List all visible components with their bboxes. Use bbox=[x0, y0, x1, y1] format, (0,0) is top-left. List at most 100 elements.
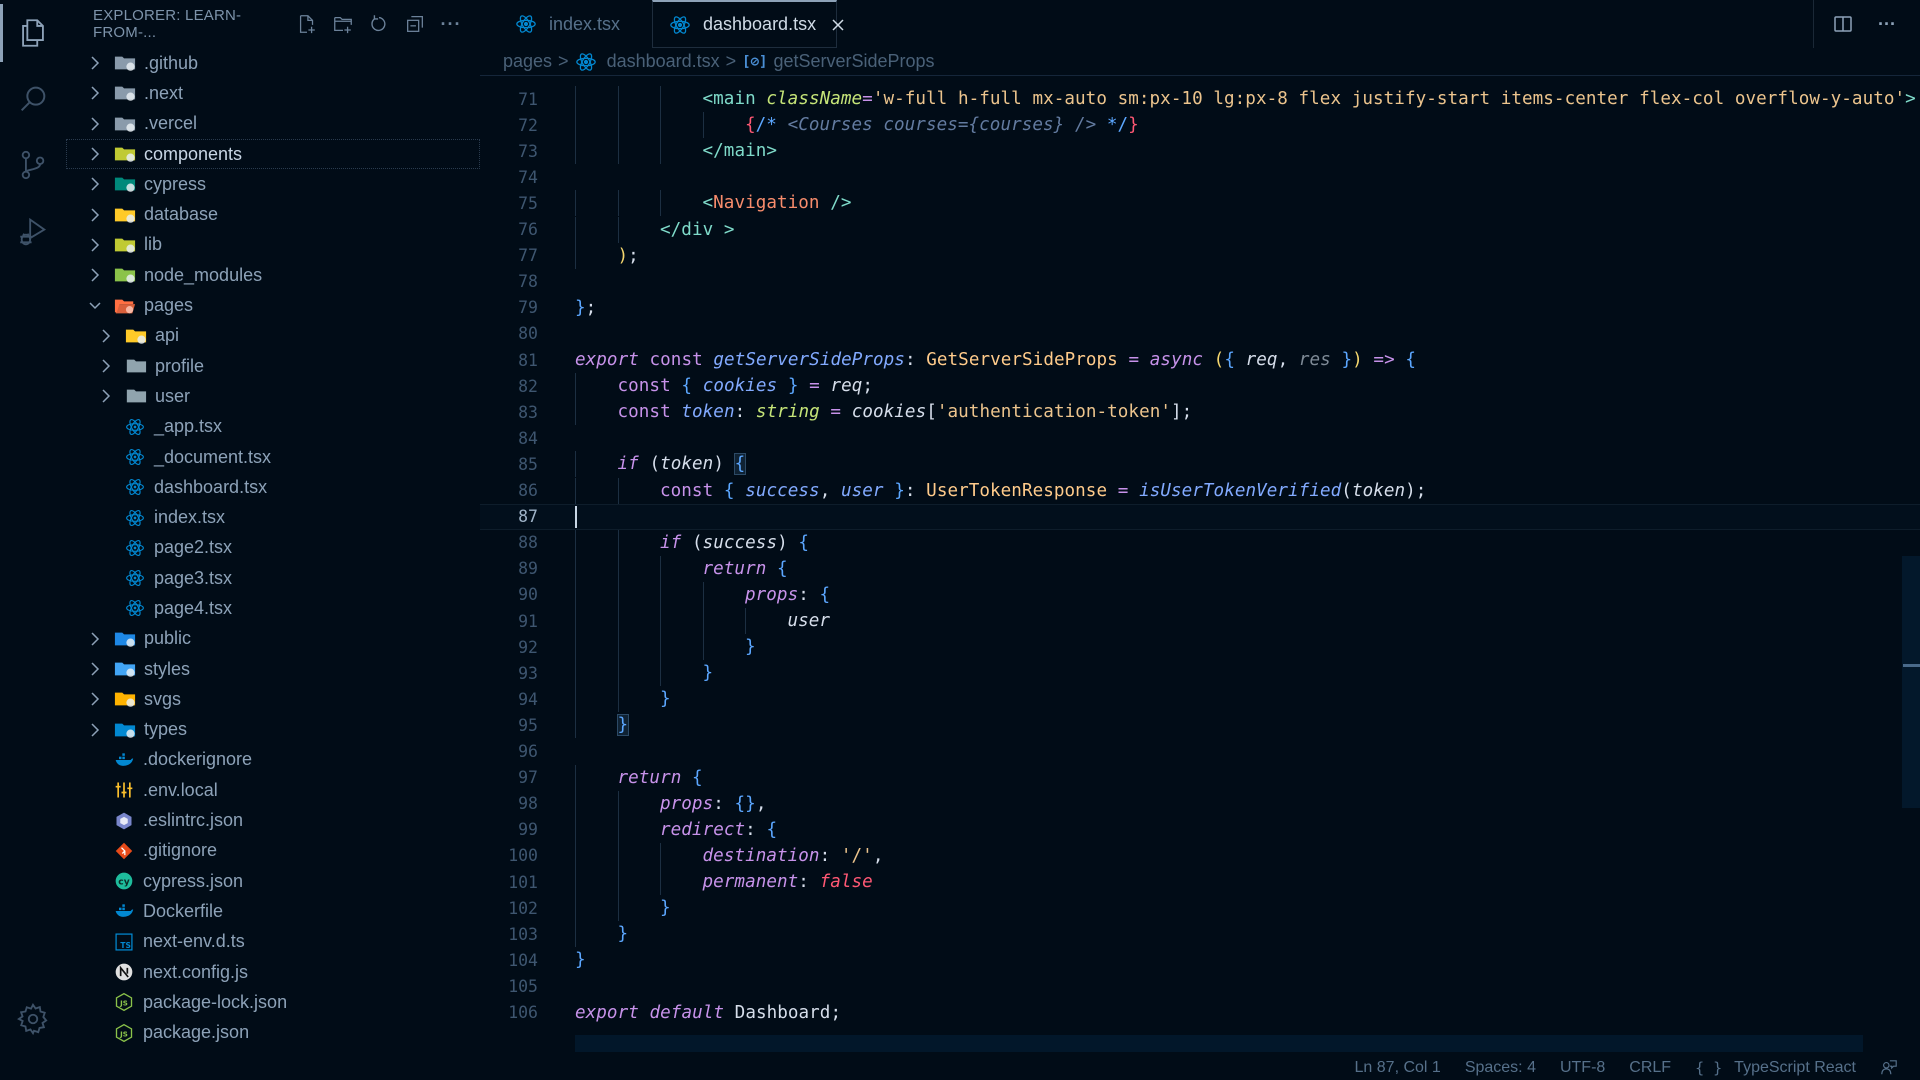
code-line[interactable]: 87 bbox=[480, 503, 1920, 530]
code-line[interactable]: 92} bbox=[480, 634, 1920, 660]
code-line[interactable]: 74 bbox=[480, 164, 1920, 190]
code-line[interactable]: 99 redirect: { bbox=[480, 817, 1920, 843]
breadcrumb-symbol[interactable]: [⊘] getServerSideProps bbox=[742, 51, 934, 72]
encoding[interactable]: UTF-8 bbox=[1560, 1059, 1605, 1077]
tree-file-page4-tsx[interactable]: page4.tsx bbox=[66, 593, 480, 623]
code-line[interactable]: 85 if (token) { bbox=[480, 451, 1920, 477]
tree-folder-github[interactable]: .github bbox=[66, 48, 480, 78]
tree-folder-node-modules[interactable]: node_modules bbox=[66, 260, 480, 290]
code-line[interactable]: 84 bbox=[480, 425, 1920, 451]
new-folder-button[interactable] bbox=[331, 12, 355, 36]
code-line[interactable]: 100 destination: '/', bbox=[480, 843, 1920, 869]
chevron-right-icon[interactable] bbox=[88, 146, 102, 162]
tree-file-next-config-js[interactable]: next.config.js bbox=[66, 957, 480, 987]
tree-file-gitignore[interactable]: .gitignore bbox=[66, 836, 480, 866]
code-line[interactable]: 71 <main className='w-full h-full mx-auto… bbox=[480, 86, 1920, 112]
line-ending[interactable]: CRLF bbox=[1629, 1059, 1671, 1077]
code-line[interactable]: 97 return { bbox=[480, 765, 1920, 791]
breadcrumb-pages[interactable]: pages bbox=[503, 51, 552, 72]
tree-file-page2-tsx[interactable]: page2.tsx bbox=[66, 533, 480, 563]
tree-file-dockerignore[interactable]: .dockerignore bbox=[66, 745, 480, 775]
tree-folder-cypress[interactable]: cypress bbox=[66, 169, 480, 199]
tree-folder-types[interactable]: types bbox=[66, 715, 480, 745]
code-line[interactable]: 78 bbox=[480, 269, 1920, 295]
tree-file-package-json[interactable]: JS package.json bbox=[66, 1018, 480, 1048]
tree-folder-user[interactable]: user bbox=[66, 381, 480, 411]
language-mode[interactable]: { } TypeScript React bbox=[1695, 1059, 1856, 1077]
indentation[interactable]: Spaces: 4 bbox=[1465, 1059, 1536, 1077]
tree-file-dockerfile[interactable]: Dockerfile bbox=[66, 896, 480, 926]
code-line[interactable]: 95} bbox=[480, 712, 1920, 738]
code-line[interactable]: 77); bbox=[480, 243, 1920, 269]
tab-dashboard-tsx[interactable]: dashboard.tsx bbox=[652, 0, 844, 48]
tree-folder-styles[interactable]: styles bbox=[66, 654, 480, 684]
code-line[interactable]: 96 bbox=[480, 739, 1920, 765]
refresh-button[interactable] bbox=[367, 12, 391, 36]
tree-folder-next[interactable]: .next bbox=[66, 78, 480, 108]
chevron-right-icon[interactable] bbox=[88, 661, 102, 677]
code-line[interactable]: 79}; bbox=[480, 295, 1920, 321]
tree-file-index-tsx[interactable]: index.tsx bbox=[66, 502, 480, 532]
code-line[interactable]: 82 const { cookies } = req; bbox=[480, 373, 1920, 399]
tree-folder-lib[interactable]: lib bbox=[66, 230, 480, 260]
code-line[interactable]: 102} bbox=[480, 895, 1920, 921]
code-line[interactable]: 94} bbox=[480, 686, 1920, 712]
code-line[interactable]: 76 </div > bbox=[480, 217, 1920, 243]
code-line[interactable]: 88 if (success) { bbox=[480, 530, 1920, 556]
tree-file-next-env-d-ts[interactable]: TS next-env.d.ts bbox=[66, 927, 480, 957]
tree-file-document-tsx[interactable]: _document.tsx bbox=[66, 442, 480, 472]
chevron-right-icon[interactable] bbox=[99, 328, 113, 344]
chevron-right-icon[interactable] bbox=[88, 631, 102, 647]
cursor-position[interactable]: Ln 87, Col 1 bbox=[1355, 1059, 1441, 1077]
activity-source-control[interactable] bbox=[0, 132, 66, 198]
activity-explorer[interactable] bbox=[0, 0, 66, 66]
tree-folder-api[interactable]: api bbox=[66, 321, 480, 351]
code-line[interactable]: 75 <Navigation /> bbox=[480, 190, 1920, 216]
chevron-right-icon[interactable] bbox=[88, 722, 102, 738]
chevron-right-icon[interactable] bbox=[88, 207, 102, 223]
code-line[interactable]: 105 bbox=[480, 973, 1920, 999]
breadcrumb-file[interactable]: dashboard.tsx bbox=[575, 51, 720, 73]
tree-folder-vercel[interactable]: .vercel bbox=[66, 109, 480, 139]
code-line[interactable]: 104} bbox=[480, 947, 1920, 973]
chevron-right-icon[interactable] bbox=[99, 388, 113, 404]
code-line[interactable]: 93} bbox=[480, 660, 1920, 686]
chevron-right-icon[interactable] bbox=[88, 116, 102, 132]
activity-settings[interactable] bbox=[0, 986, 66, 1052]
chevron-right-icon[interactable] bbox=[88, 267, 102, 283]
new-file-button[interactable] bbox=[295, 12, 319, 36]
code-line[interactable]: 83 const token: string = cookies['authent… bbox=[480, 399, 1920, 425]
tree-file-dashboard-tsx[interactable]: dashboard.tsx bbox=[66, 472, 480, 502]
tree-file-cypress-json[interactable]: cy cypress.json bbox=[66, 866, 480, 896]
code-editor[interactable]: 71 <main className='w-full h-full mx-auto… bbox=[480, 76, 1920, 1056]
horizontal-scrollbar[interactable] bbox=[575, 1035, 1863, 1052]
collapse-all-button[interactable] bbox=[403, 12, 427, 36]
tree-folder-components[interactable]: components bbox=[66, 138, 480, 170]
chevron-right-icon[interactable] bbox=[88, 55, 102, 71]
code-line[interactable]: 81 export const getServerSideProps: GetSe… bbox=[480, 347, 1920, 373]
close-tab-button[interactable] bbox=[830, 16, 846, 34]
chevron-right-icon[interactable] bbox=[99, 358, 113, 374]
tree-folder-public[interactable]: public bbox=[66, 624, 480, 654]
vertical-scrollbar[interactable] bbox=[1902, 556, 1920, 808]
activity-search[interactable] bbox=[0, 66, 66, 132]
chevron-right-icon[interactable] bbox=[88, 237, 102, 253]
tree-file-app-tsx[interactable]: _app.tsx bbox=[66, 412, 480, 442]
chevron-right-icon[interactable] bbox=[88, 691, 102, 707]
code-line[interactable]: 98 props: {}, bbox=[480, 791, 1920, 817]
chevron-down-icon[interactable] bbox=[88, 298, 102, 314]
tree-folder-pages[interactable]: pages bbox=[66, 290, 480, 320]
code-line[interactable]: 73 </main> bbox=[480, 138, 1920, 164]
tree-file-eslintrc-json[interactable]: .eslintrc.json bbox=[66, 805, 480, 835]
chevron-right-icon[interactable] bbox=[88, 176, 102, 192]
code-line[interactable]: 106 export default Dashboard; bbox=[480, 1000, 1920, 1026]
tree-folder-svgs[interactable]: svgs bbox=[66, 684, 480, 714]
code-line[interactable]: 86 const { success, user }: UserTokenResp… bbox=[480, 478, 1920, 504]
code-line[interactable]: 80 bbox=[480, 321, 1920, 347]
tree-folder-database[interactable]: database bbox=[66, 199, 480, 229]
code-line[interactable]: 101 permanent: false bbox=[480, 869, 1920, 895]
activity-run-debug[interactable] bbox=[0, 198, 66, 264]
code-line[interactable]: 90 props: { bbox=[480, 582, 1920, 608]
tree-file-page3-tsx[interactable]: page3.tsx bbox=[66, 563, 480, 593]
code-line[interactable]: 72 {/* <Courses courses={courses} /> */} bbox=[480, 112, 1920, 138]
